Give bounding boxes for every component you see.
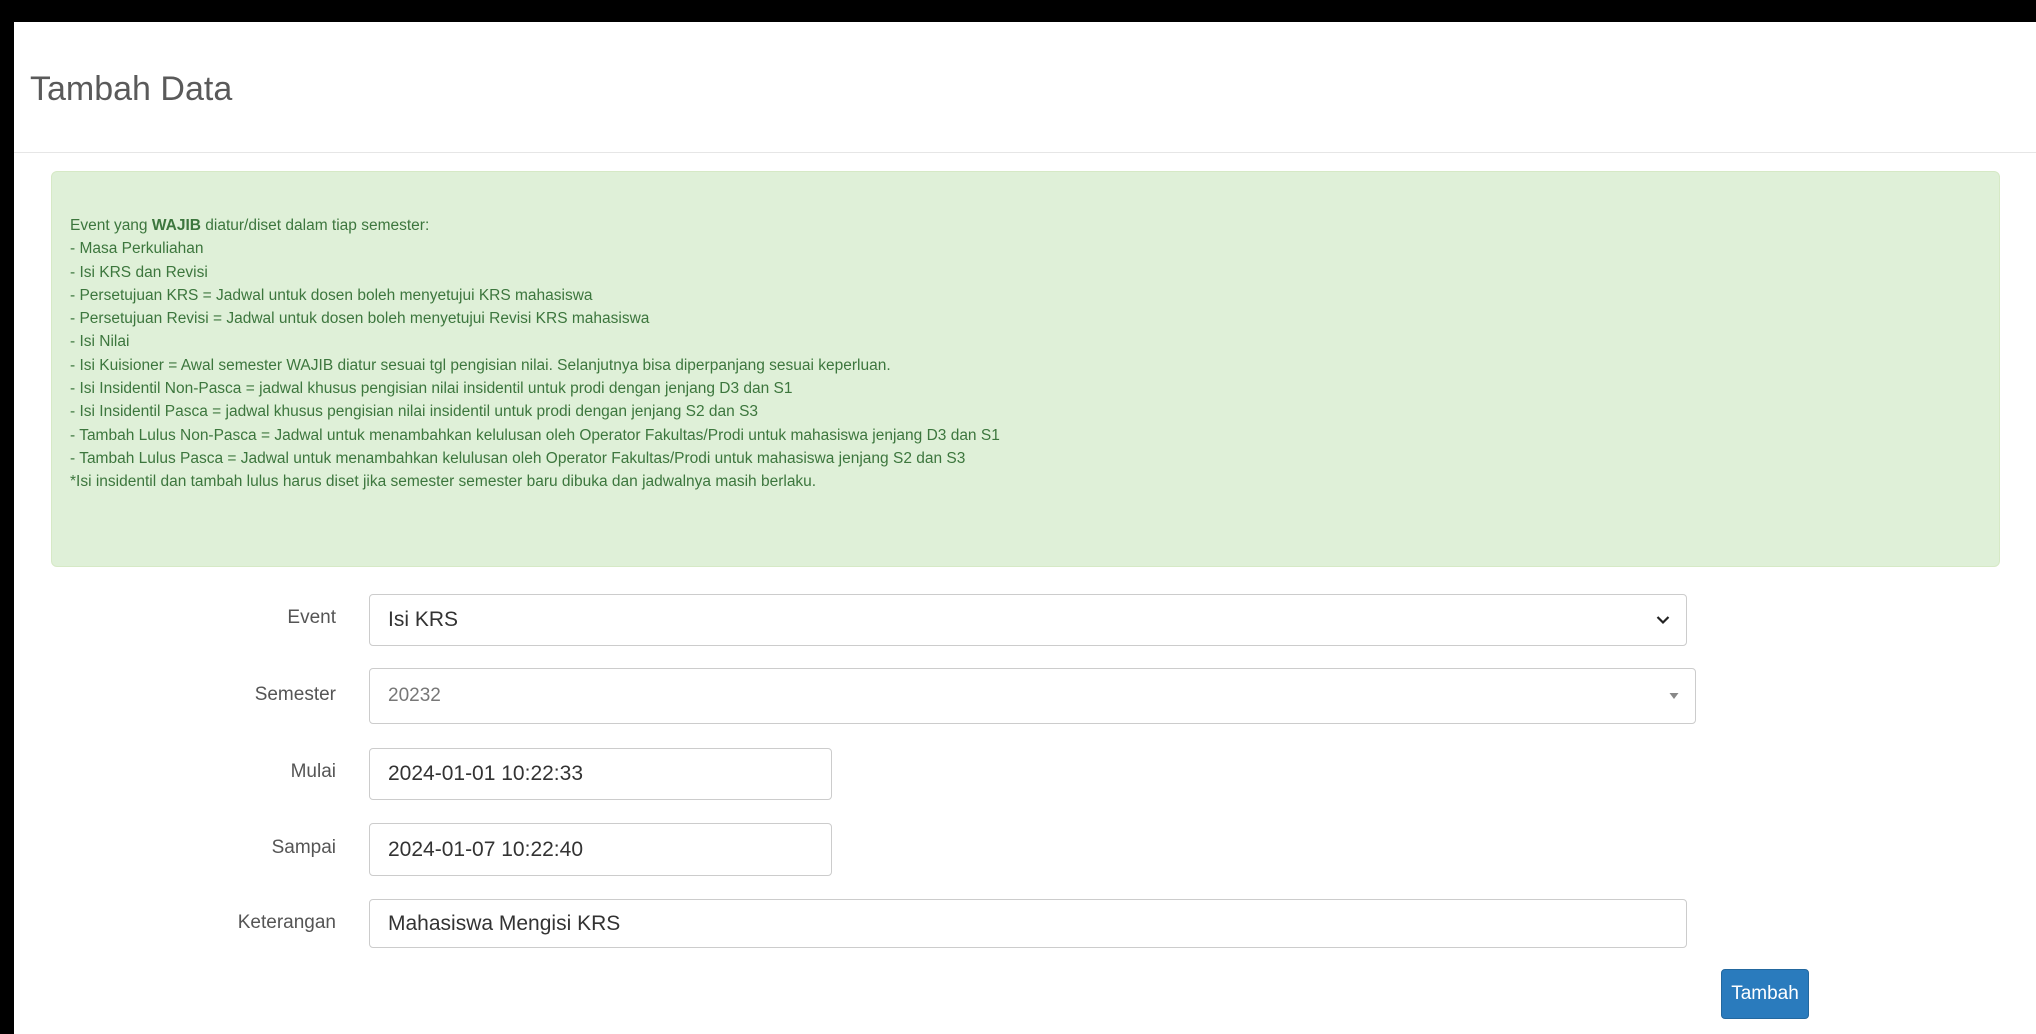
caret-down-icon: [1669, 693, 1679, 700]
semester-row: Semester 20232: [14, 668, 2036, 724]
keterangan-input[interactable]: Mahasiswa Mengisi KRS: [369, 899, 1687, 948]
mulai-value: 2024-01-01 10:22:33: [388, 762, 583, 785]
chevron-down-icon: [1656, 615, 1670, 625]
mulai-datetime-input[interactable]: 2024-01-01 10:22:33: [369, 748, 832, 800]
semester-label: Semester: [254, 684, 336, 705]
mulai-label: Mulai: [290, 761, 336, 782]
event-label: Event: [287, 607, 336, 628]
page-title: Tambah Data: [30, 70, 233, 108]
sampai-label: Sampai: [271, 837, 336, 858]
main-panel: Tambah Data Event yang WAJIB diatur/dise…: [14, 22, 2036, 1034]
alert-line: - Masa Perkuliahan: [70, 240, 204, 258]
sampai-datetime-input[interactable]: 2024-01-07 10:22:40: [369, 823, 832, 876]
page-header: Tambah Data: [14, 22, 2036, 153]
alert-line: - Isi Nilai: [70, 333, 130, 351]
keterangan-label: Keterangan: [237, 912, 336, 933]
event-select[interactable]: Isi KRS: [369, 594, 1687, 646]
keterangan-row: Keterangan Mahasiswa Mengisi KRS: [14, 899, 2036, 948]
alert-intro-bold: WAJIB: [151, 217, 201, 234]
alert-intro-suffix: diatur/diset dalam tiap semester:: [200, 217, 430, 234]
semester-select[interactable]: 20232: [369, 668, 1696, 724]
alert-intro-prefix: Event yang: [70, 217, 152, 234]
alert-line: - Isi KRS dan Revisi: [70, 263, 208, 281]
keterangan-value: Mahasiswa Mengisi KRS: [388, 911, 621, 935]
alert-line: - Tambah Lulus Pasca = Jadwal untuk mena…: [70, 449, 966, 467]
alert-line: - Isi Insidentil Non-Pasca = jadwal khus…: [70, 380, 793, 398]
tambah-button[interactable]: Tambah: [1721, 969, 1809, 1019]
alert-intro: Event yang WAJIB diatur/diset dalam tiap…: [70, 214, 1999, 237]
semester-select-value: 20232: [388, 685, 441, 706]
info-alert: Event yang WAJIB diatur/diset dalam tiap…: [51, 171, 2000, 567]
alert-line: - Isi Kuisioner = Awal semester WAJIB di…: [70, 356, 891, 374]
event-row: Event Isi KRS: [14, 594, 2036, 646]
event-select-value: Isi KRS: [388, 608, 459, 631]
mulai-row: Mulai 2024-01-01 10:22:33: [14, 748, 2036, 800]
alert-line: *Isi insidentil dan tambah lulus harus d…: [70, 473, 817, 491]
sampai-row: Sampai 2024-01-07 10:22:40: [14, 823, 2036, 876]
alert-line: - Persetujuan KRS = Jadwal untuk dosen b…: [70, 286, 593, 304]
sampai-value: 2024-01-07 10:22:40: [388, 837, 583, 861]
alert-line: - Isi Insidentil Pasca = jadwal khusus p…: [70, 403, 759, 421]
alert-line: - Persetujuan Revisi = Jadwal untuk dose…: [70, 310, 650, 328]
alert-line: - Tambah Lulus Non-Pasca = Jadwal untuk …: [70, 426, 1000, 444]
